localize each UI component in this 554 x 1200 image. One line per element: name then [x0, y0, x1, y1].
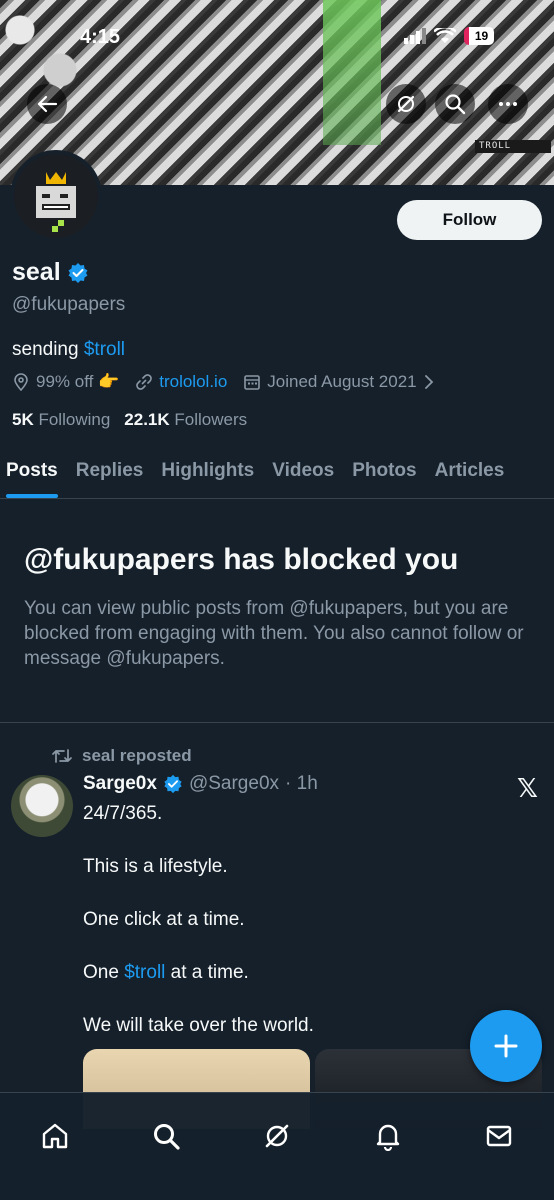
nav-home[interactable] [30, 1111, 80, 1161]
follow-button[interactable]: Follow [397, 200, 542, 240]
tab-posts[interactable]: Posts [0, 448, 64, 498]
compose-button[interactable] [470, 1010, 542, 1082]
chevron-right-icon [424, 375, 433, 389]
post-line-text: One [83, 962, 125, 983]
battery-indicator: 19 [464, 27, 494, 45]
following-label: Following [38, 410, 111, 429]
status-icons: 19 [404, 27, 494, 45]
following-count: 5K [12, 410, 34, 429]
repost-label: seal reposted [82, 746, 192, 765]
tab-articles[interactable]: Articles [429, 448, 511, 498]
post-cashtag-link[interactable]: $troll [124, 962, 165, 983]
website-item[interactable]: trololol.io [135, 372, 227, 392]
mail-icon [486, 1125, 511, 1147]
post-line-text: at a time. [165, 962, 249, 983]
x-logo-icon: 𝕏 [517, 773, 538, 803]
wifi-icon [434, 28, 456, 43]
bottom-navigation [0, 1092, 554, 1200]
followers-label: Followers [174, 410, 248, 429]
profile-tabs: Posts Replies Highlights Videos Photos A… [0, 448, 554, 498]
plus-icon [494, 1034, 518, 1058]
post-time: · 1h [285, 773, 318, 794]
more-button[interactable] [488, 84, 528, 124]
post-body: 24/7/365. This is a lifestyle. One click… [83, 801, 523, 1066]
tabs-divider [0, 498, 554, 499]
followers-stat[interactable]: 22.1K Followers [124, 410, 247, 430]
post-header: Sarge0x @Sarge0x · 1h [83, 773, 318, 795]
joined-item[interactable]: Joined August 2021 [243, 372, 434, 392]
bell-icon [376, 1124, 399, 1151]
profile-bio: sending $troll [12, 339, 125, 361]
status-time: 4:15 [80, 26, 121, 48]
tab-highlights[interactable]: Highlights [155, 448, 260, 498]
search-profile-button[interactable] [435, 84, 475, 124]
profile-name-row: seal [12, 258, 89, 287]
nav-messages[interactable] [474, 1111, 524, 1161]
location-item: 99% off 👉 [12, 372, 119, 392]
grok-button[interactable] [386, 84, 426, 124]
tab-videos[interactable]: Videos [266, 448, 340, 498]
followers-count: 22.1K [124, 410, 170, 429]
verified-badge-icon[interactable] [67, 262, 89, 284]
bio-cashtag-link[interactable]: $troll [84, 339, 125, 360]
post-author-avatar[interactable] [11, 775, 73, 837]
post-line: 24/7/365. [83, 803, 163, 824]
post-line: One click at a time. [83, 909, 245, 930]
banner-tag: TROLL [475, 140, 551, 153]
repost-indicator[interactable]: seal reposted [52, 746, 192, 766]
tab-photos[interactable]: Photos [346, 448, 422, 498]
nav-search[interactable] [141, 1111, 191, 1161]
location-text: 99% off 👉 [36, 372, 120, 391]
back-arrow-icon [37, 95, 58, 113]
nav-grok[interactable] [252, 1111, 302, 1161]
banner-highlight [323, 0, 381, 145]
bio-text: sending [12, 339, 84, 360]
following-stat[interactable]: 5K Following [12, 410, 110, 430]
search-icon [154, 1124, 180, 1150]
grok-icon [397, 95, 415, 113]
post-author-name[interactable]: Sarge0x [83, 773, 157, 795]
avatar-image [14, 154, 98, 238]
verified-badge-icon[interactable] [163, 774, 183, 794]
more-icon [499, 102, 517, 106]
website-link[interactable]: trololol.io [159, 372, 227, 392]
profile-meta: 99% off 👉 trololol.io Joined August 2021 [12, 372, 445, 392]
post-line: One $troll at a time. [83, 960, 523, 986]
repost-icon [52, 749, 72, 763]
home-icon [43, 1123, 68, 1149]
signal-icon [404, 28, 426, 44]
link-icon [136, 374, 153, 390]
profile-handle: @fukupapers [12, 294, 126, 315]
display-name: seal [12, 258, 61, 286]
calendar-icon [244, 375, 261, 390]
search-icon [445, 94, 466, 115]
back-button[interactable] [27, 84, 67, 124]
post-author-handle[interactable]: @Sarge0x [189, 773, 279, 795]
joined-text: Joined August 2021 [267, 372, 417, 391]
grok-icon [265, 1124, 289, 1148]
nav-notifications[interactable] [363, 1111, 413, 1161]
post-line: This is a lifestyle. [83, 856, 228, 877]
section-divider [0, 722, 554, 723]
post-line: We will take over the world. [83, 1015, 314, 1036]
blocked-title: @fukupapers has blocked you [24, 543, 459, 576]
follow-stats: 5K Following 22.1K Followers [12, 410, 247, 430]
blocked-description: You can view public posts from @fukupape… [24, 598, 524, 669]
location-icon [14, 373, 28, 391]
profile-avatar[interactable] [10, 150, 102, 242]
tab-replies[interactable]: Replies [70, 448, 150, 498]
